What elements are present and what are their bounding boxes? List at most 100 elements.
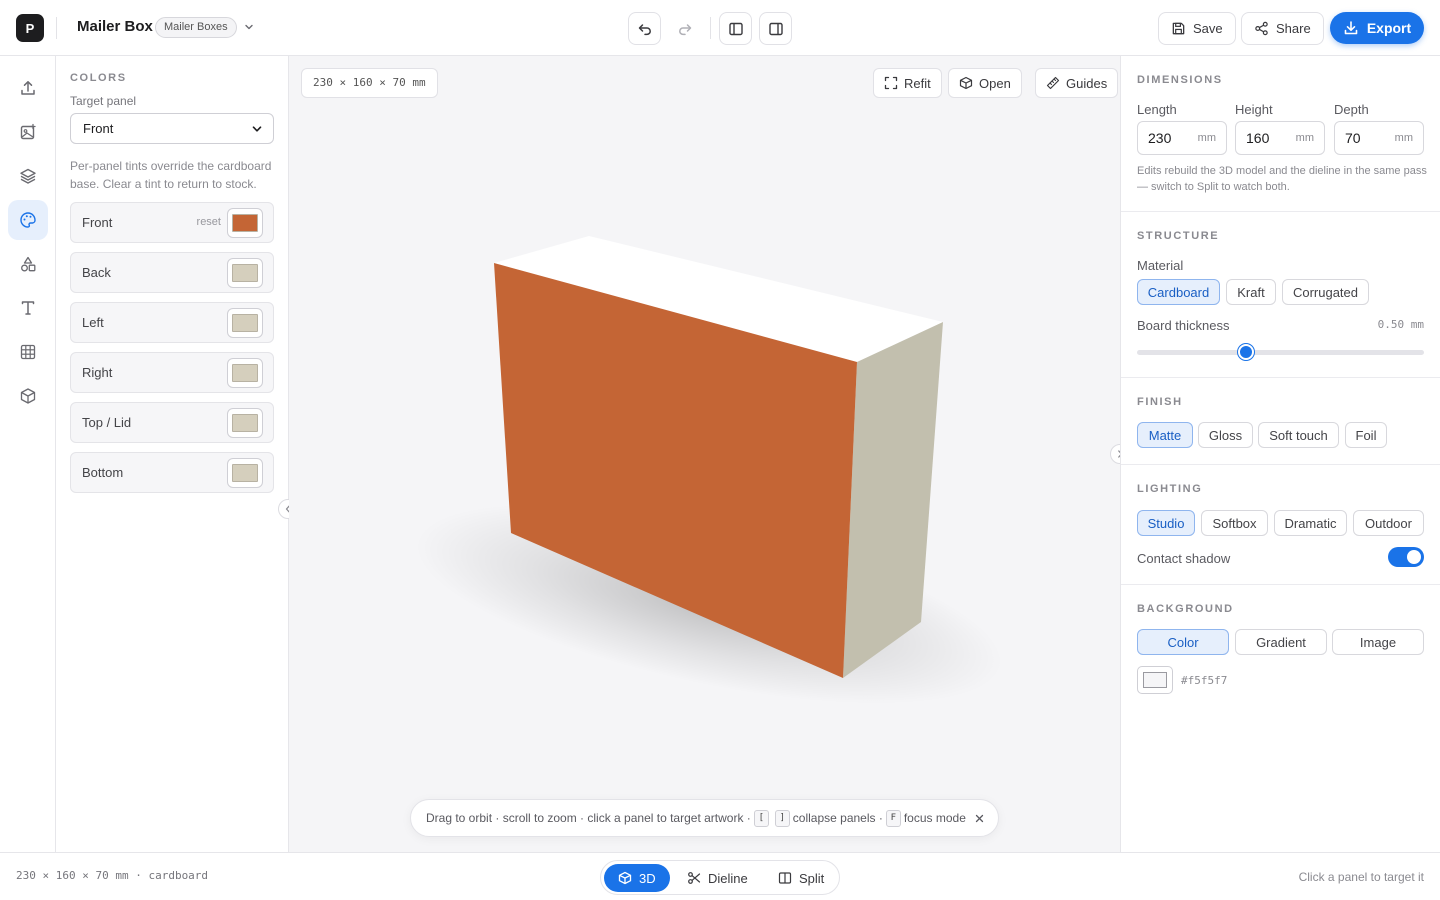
finish-option-soft-touch[interactable]: Soft touch xyxy=(1258,422,1339,448)
project-category-badge: Mailer Boxes xyxy=(155,17,237,38)
undo-icon xyxy=(638,23,651,35)
length-unit: mm xyxy=(1197,132,1216,144)
board-thickness-value: 0.50 mm xyxy=(1377,318,1424,331)
background-option-gradient[interactable]: Gradient xyxy=(1235,629,1327,655)
rail-item-image[interactable] xyxy=(8,112,48,152)
finish-option-foil[interactable]: Foil xyxy=(1345,422,1387,448)
close-hint-button[interactable] xyxy=(970,809,988,827)
dimensions-tag: 230 × 160 × 70 mm xyxy=(301,68,438,98)
project-title[interactable]: Mailer Box xyxy=(77,18,153,35)
dimensions-section: DIMENSIONS Length Height Depth 230 mm 16… xyxy=(1121,56,1440,212)
rail-item-grid[interactable] xyxy=(8,332,48,372)
chevron-down-icon[interactable] xyxy=(240,18,258,36)
panel-color-label: Right xyxy=(82,365,113,380)
panel-color-label: Front xyxy=(82,215,113,230)
panel-color-row-right[interactable]: Right xyxy=(70,352,274,393)
share-label: Share xyxy=(1276,21,1311,36)
save-button[interactable]: Save xyxy=(1158,12,1236,45)
close-icon xyxy=(975,814,983,822)
panel-color-swatch[interactable] xyxy=(227,458,263,488)
background-color-swatch[interactable] xyxy=(1137,666,1173,694)
export-label: Export xyxy=(1366,20,1412,36)
refit-button[interactable]: Refit xyxy=(873,68,942,98)
share-button[interactable]: Share xyxy=(1241,12,1324,45)
lighting-option-studio[interactable]: Studio xyxy=(1137,510,1195,536)
save-icon xyxy=(1172,22,1185,35)
lighting-option-outdoor[interactable]: Outdoor xyxy=(1353,510,1424,536)
chevron-down-icon xyxy=(252,125,262,132)
length-input[interactable]: 230 mm xyxy=(1137,121,1227,155)
guides-label: Guides xyxy=(1066,75,1108,91)
finish-option-gloss[interactable]: Gloss xyxy=(1198,422,1253,448)
panel-color-row-back[interactable]: Back xyxy=(70,252,274,293)
panel-color-swatch[interactable] xyxy=(227,408,263,438)
toggle-left-panel-button[interactable] xyxy=(719,12,752,45)
contact-shadow-toggle[interactable] xyxy=(1388,547,1424,567)
rail-item-text[interactable] xyxy=(8,288,48,328)
grid-icon xyxy=(20,344,36,360)
3d-viewport[interactable]: 230 × 160 × 70 mm Refit Open Guides Drag… xyxy=(289,56,1120,852)
toggle-knob xyxy=(1407,550,1421,564)
divider xyxy=(56,17,57,39)
panel-color-label: Top / Lid xyxy=(82,415,132,430)
shapes-icon xyxy=(21,256,36,272)
panel-color-swatch[interactable] xyxy=(227,358,263,388)
panel-color-swatch[interactable] xyxy=(227,258,263,288)
rail-item-shapes[interactable] xyxy=(8,244,48,284)
status-bar: 230 × 160 × 70 mm · cardboard 3D Dieline… xyxy=(0,852,1440,900)
rail-item-colors[interactable] xyxy=(8,200,48,240)
target-panel-select[interactable]: Front xyxy=(70,113,274,144)
view-mode-switch: 3D Dieline Split xyxy=(600,860,840,895)
mode-split-button[interactable]: Split xyxy=(764,864,838,892)
background-option-image[interactable]: Image xyxy=(1332,629,1424,655)
lighting-title: LIGHTING xyxy=(1137,483,1203,495)
panel-color-swatch[interactable] xyxy=(227,208,263,238)
box-3d-model[interactable] xyxy=(289,56,1120,852)
app-logo[interactable]: P xyxy=(16,14,44,42)
lighting-option-dramatic[interactable]: Dramatic xyxy=(1274,510,1347,536)
status-hint: Click a panel to target it xyxy=(1298,870,1424,884)
material-option-cardboard[interactable]: Cardboard xyxy=(1137,279,1220,305)
panel-color-row-left[interactable]: Left xyxy=(70,302,274,343)
rail-item-box[interactable] xyxy=(8,376,48,416)
properties-panel: DIMENSIONS Length Height Depth 230 mm 16… xyxy=(1120,56,1440,852)
redo-button[interactable] xyxy=(668,12,701,45)
undo-button[interactable] xyxy=(628,12,661,45)
panel-color-row-bottom[interactable]: Bottom xyxy=(70,452,274,493)
structure-title: STRUCTURE xyxy=(1137,230,1220,242)
mode-dieline-button[interactable]: Dieline xyxy=(673,864,762,892)
lighting-option-softbox[interactable]: Softbox xyxy=(1201,510,1268,536)
fit-icon xyxy=(884,76,898,90)
panel-color-row-front[interactable]: Front reset xyxy=(70,202,274,243)
board-thickness-slider[interactable] xyxy=(1137,350,1424,355)
panel-left-icon xyxy=(728,22,743,35)
depth-unit: mm xyxy=(1394,132,1413,144)
divider xyxy=(710,17,711,39)
finish-option-matte[interactable]: Matte xyxy=(1137,422,1193,448)
material-option-corrugated[interactable]: Corrugated xyxy=(1282,279,1369,305)
hint-text-1: Drag to orbit · scroll to zoom · click a… xyxy=(426,811,751,825)
material-option-kraft[interactable]: Kraft xyxy=(1226,279,1276,305)
background-option-color[interactable]: Color xyxy=(1137,629,1229,655)
top-bar: P Mailer Box Mailer Boxes Save Share Exp… xyxy=(0,0,1440,56)
height-input[interactable]: 160 mm xyxy=(1235,121,1325,155)
download-icon xyxy=(1344,21,1358,35)
panel-color-label: Left xyxy=(82,315,104,330)
rail-item-layers[interactable] xyxy=(8,156,48,196)
share-icon xyxy=(1255,21,1268,36)
split-icon xyxy=(778,872,792,884)
layers-icon xyxy=(20,168,36,184)
toggle-right-panel-button[interactable] xyxy=(759,12,792,45)
panel-color-swatch[interactable] xyxy=(227,308,263,338)
open-box-button[interactable]: Open xyxy=(948,68,1022,98)
export-button[interactable]: Export xyxy=(1330,12,1424,44)
panel-color-fill xyxy=(232,414,258,432)
panel-color-label: Bottom xyxy=(82,465,124,480)
panel-color-row-top-lid[interactable]: Top / Lid xyxy=(70,402,274,443)
reset-tint-button[interactable]: reset xyxy=(197,216,221,228)
depth-input[interactable]: 70 mm xyxy=(1334,121,1424,155)
rail-item-upload[interactable] xyxy=(8,68,48,108)
board-thickness-slider-thumb[interactable] xyxy=(1238,344,1255,360)
mode-3d-button[interactable]: 3D xyxy=(604,864,670,892)
guides-button[interactable]: Guides xyxy=(1035,68,1119,98)
